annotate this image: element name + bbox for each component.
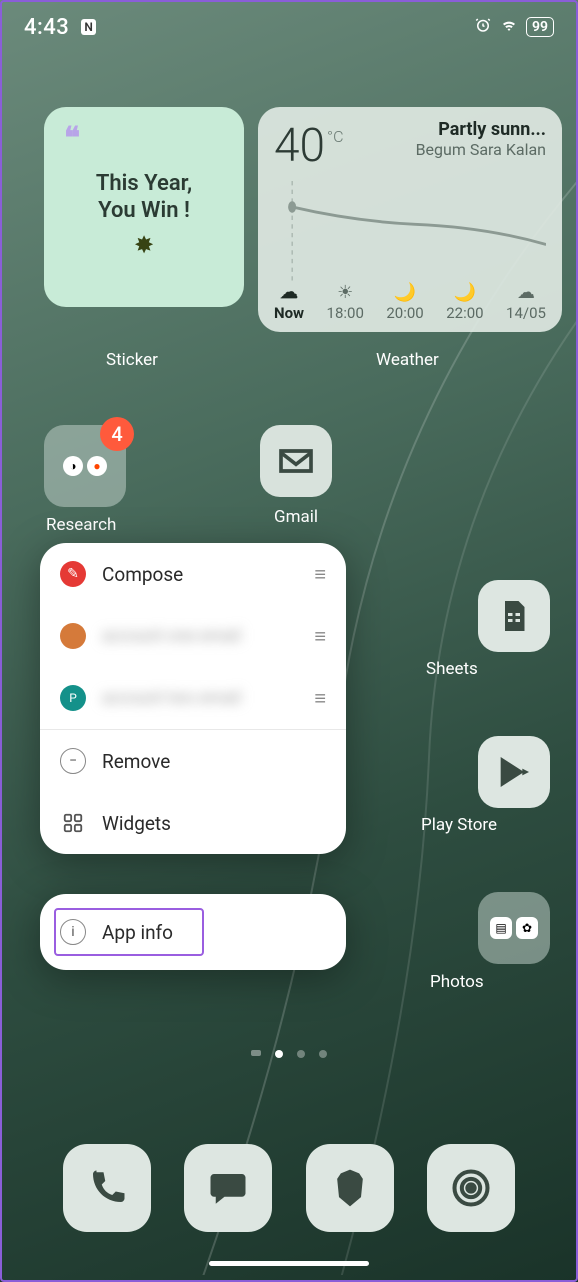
folder-mini-icon: ● <box>87 456 107 476</box>
avatar-icon: P <box>60 685 86 711</box>
widgets-icon <box>60 810 86 836</box>
sticker-line1: This Year, <box>96 171 192 196</box>
widgets-action[interactable]: Widgets <box>40 792 346 854</box>
remove-label: Remove <box>102 750 170 773</box>
home-indicator[interactable] <box>209 1261 369 1266</box>
gmail-label: Gmail <box>274 507 318 527</box>
weather-widget[interactable]: 40 °C Partly sunn... Begum Sara Kalan ☁N… <box>258 107 562 332</box>
account-email-blurred: account one email <box>102 626 298 646</box>
cloud-icon: ☁ <box>506 282 546 304</box>
sun-icon: ☀ <box>327 282 364 304</box>
photos-label: Photos <box>430 972 484 992</box>
gmail-app[interactable] <box>260 425 332 497</box>
photos-folder[interactable]: ▤ ✿ <box>478 892 550 964</box>
minus-circle-icon: − <box>60 748 86 774</box>
messages-app[interactable] <box>184 1144 272 1232</box>
sticker-line2: You Win ! <box>98 198 190 223</box>
dock <box>2 1144 576 1232</box>
status-bar: 4:43 N 99 <box>2 2 576 52</box>
sheets-label: Sheets <box>426 659 478 679</box>
drag-handle-icon: ≡ <box>314 562 326 587</box>
research-folder[interactable]: ◑ ● 4 <box>44 425 126 507</box>
sparkle-icon: ✸ <box>134 231 154 259</box>
sticker-label: Sticker <box>106 350 158 370</box>
brave-app[interactable] <box>306 1144 394 1232</box>
annotation-highlight <box>54 908 204 956</box>
drag-handle-icon: ≡ <box>314 686 326 711</box>
drag-handle-icon: ≡ <box>314 624 326 649</box>
battery-indicator: 99 <box>526 17 554 37</box>
pencil-icon: ✎ <box>60 561 86 587</box>
badge-count: 4 <box>100 417 134 451</box>
weather-location: Begum Sara Kalan <box>416 140 546 159</box>
widgets-label: Widgets <box>102 812 171 835</box>
quote-icon: ❝ <box>64 121 80 156</box>
moon-icon: 🌙 <box>386 282 423 304</box>
weather-label: Weather <box>376 350 439 370</box>
playstore-app[interactable] <box>478 736 550 808</box>
folder-mini-icon: ✿ <box>516 917 538 939</box>
compose-label: Compose <box>102 563 183 586</box>
account-item-2[interactable]: P account two email ≡ <box>40 667 346 729</box>
account-email-blurred: account two email <box>102 688 298 708</box>
compose-action[interactable]: ✎ Compose ≡ <box>40 543 346 605</box>
weather-condition: Partly sunn... <box>416 119 546 140</box>
gmail-context-menu: ✎ Compose ≡ account one email ≡ P accoun… <box>40 543 346 854</box>
wifi-icon <box>500 16 518 38</box>
weather-unit: °C <box>327 127 343 146</box>
moon-icon: 🌙 <box>446 282 483 304</box>
camera-app[interactable] <box>427 1144 515 1232</box>
folder-mini-icon: ◑ <box>63 456 83 476</box>
remove-action[interactable]: − Remove <box>40 730 346 792</box>
clock-text: 4:43 <box>24 15 69 40</box>
notification-app-icon: N <box>81 19 96 35</box>
sticker-widget[interactable]: ❝ This Year, You Win ! ✸ <box>44 107 244 307</box>
weather-temp: 40 <box>274 119 325 173</box>
account-item-1[interactable]: account one email ≡ <box>40 605 346 667</box>
folder-mini-icon: ▤ <box>490 917 512 939</box>
sheets-app[interactable] <box>478 580 550 652</box>
alarm-icon <box>474 16 492 38</box>
phone-app[interactable] <box>63 1144 151 1232</box>
avatar-icon <box>60 623 86 649</box>
playstore-label: Play Store <box>421 815 497 835</box>
page-indicator[interactable] <box>2 1050 576 1058</box>
research-label: Research <box>46 515 116 535</box>
cloud-icon: ☁ <box>274 282 304 304</box>
